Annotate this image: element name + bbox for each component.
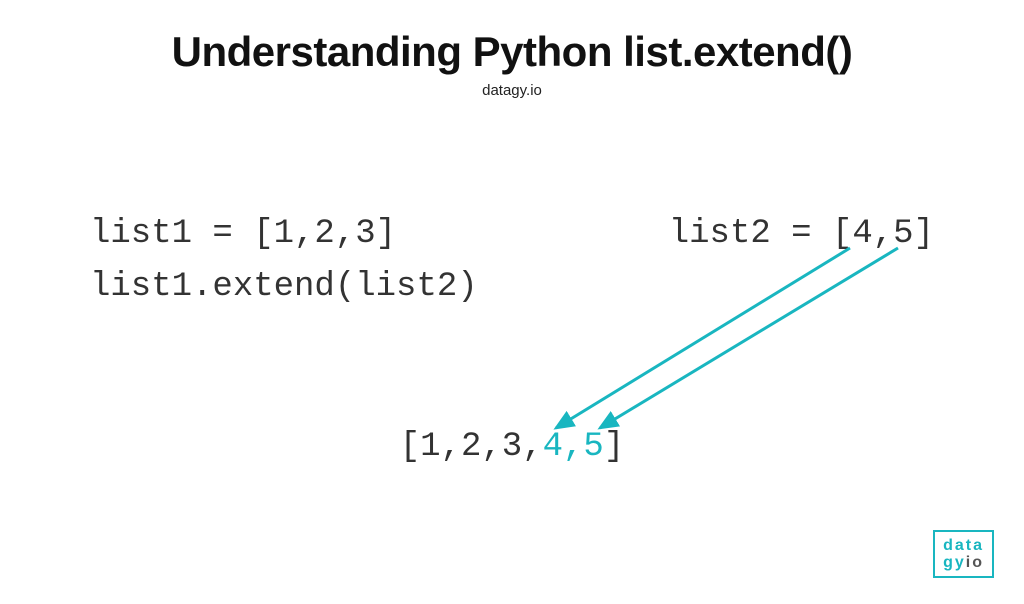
code-list1-assign: list1 = [1,2,3] — [90, 208, 396, 261]
logo-row2b: io — [966, 554, 984, 571]
datagy-logo: data gyio — [933, 530, 994, 578]
arrows-diagram — [0, 28, 1024, 604]
logo-row1: data — [943, 538, 984, 555]
page-title: Understanding Python list.extend() — [0, 28, 1024, 76]
code-list2-assign: list2 = [4,5] — [669, 208, 934, 261]
page-subtitle: datagy.io — [0, 82, 1024, 99]
result-close-bracket: ] — [604, 428, 624, 466]
code-block: list1 = [1,2,3] list2 = [4,5] list1.exte… — [90, 208, 934, 313]
code-extend-call: list1.extend(list2) — [90, 261, 934, 314]
result-original-values: 1,2,3, — [420, 428, 542, 466]
result-list: [1,2,3,4,5] — [0, 428, 1024, 466]
result-open-bracket: [ — [400, 428, 420, 466]
logo-row2a: gy — [943, 554, 966, 571]
result-extended-values: 4,5 — [543, 428, 604, 466]
